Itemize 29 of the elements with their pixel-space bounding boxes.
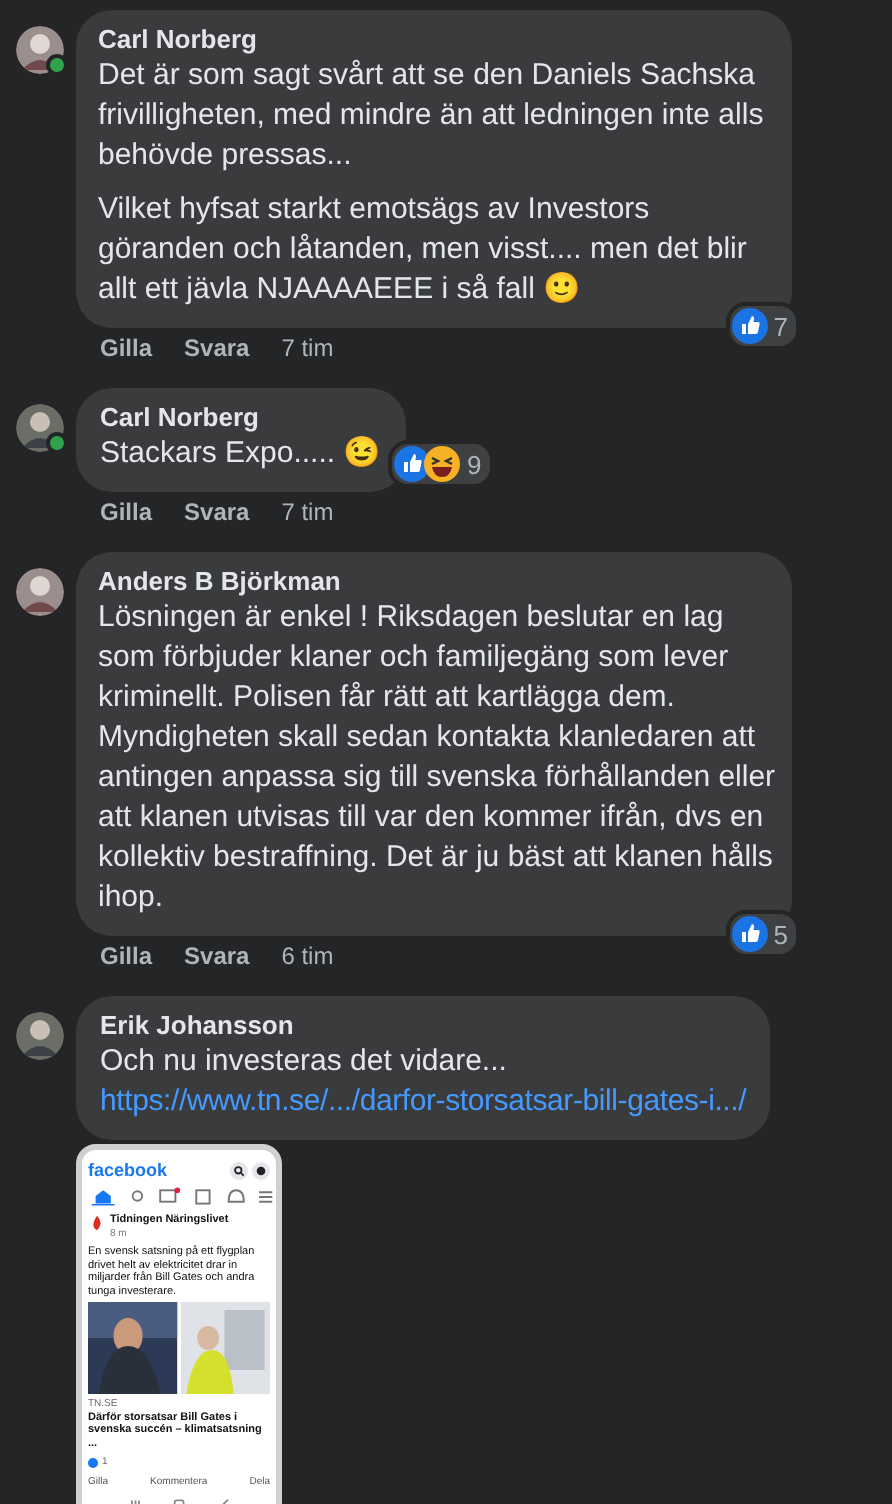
- comment-text: Stackars Expo..... 😉: [100, 434, 382, 474]
- laughing-face-icon: [424, 446, 461, 482]
- action-link[interactable]: Gilla: [100, 496, 153, 528]
- reaction-count[interactable]: 7: [725, 302, 800, 350]
- avatar[interactable]: [16, 568, 64, 616]
- action-link[interactable]: Svara: [184, 496, 250, 528]
- reaction-count[interactable]: 9: [388, 440, 494, 488]
- online-dot: [46, 432, 68, 454]
- author-name[interactable]: Anders B Björkman: [98, 566, 782, 598]
- timestamp[interactable]: 6 tim: [281, 940, 334, 972]
- author-name[interactable]: Carl Norberg: [100, 402, 382, 434]
- app-logo: facebook: [88, 1160, 168, 1182]
- reaction-count[interactable]: 5: [725, 910, 800, 958]
- timestamp[interactable]: 7 tim: [281, 332, 334, 364]
- timestamp[interactable]: 7 tim: [281, 496, 334, 528]
- author-name[interactable]: Erik Johansson: [100, 1010, 747, 1042]
- action-link[interactable]: Gilla: [100, 332, 153, 364]
- phone-screenshot[interactable]: [76, 1144, 282, 1504]
- avatar[interactable]: [16, 1012, 64, 1060]
- action-link[interactable]: Gilla: [100, 940, 153, 972]
- comment-text: Och nu investeras det vidare...: [100, 1042, 509, 1082]
- online-dot: [46, 54, 68, 76]
- action-link[interactable]: Svara: [184, 940, 250, 972]
- author-name[interactable]: Carl Norberg: [98, 24, 782, 56]
- search-icon: [230, 1162, 248, 1180]
- comment-text: Det är som sagt svårt att se den Daniels Sachska frivilligheten, med mindre än att ledningen inte alls behövde pressas...: [98, 56, 766, 176]
- action-link[interactable]: Svara: [184, 332, 250, 364]
- link[interactable]: https://www.tn.se/.../darfor-storsatsar-bill-gates-i.../: [100, 1082, 747, 1122]
- page-logo-icon: [88, 1214, 106, 1232]
